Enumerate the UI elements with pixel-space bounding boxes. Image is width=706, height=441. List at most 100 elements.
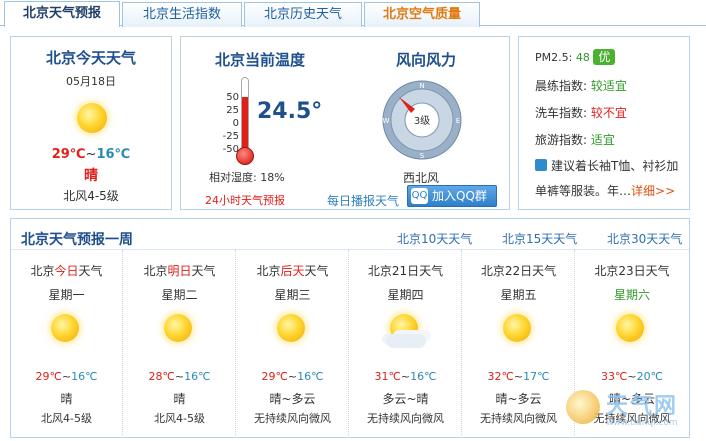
- day-name-pre: 北京: [256, 264, 281, 278]
- day-temp-sep: ~: [627, 370, 637, 383]
- thermometer-fill: [242, 97, 248, 154]
- today-date: 05月18日: [66, 75, 116, 88]
- weekday: 星期二: [161, 288, 198, 302]
- thermometer-bulb: [236, 147, 254, 165]
- link-30-day[interactable]: 北京30天天气: [607, 230, 682, 247]
- sunny-icon: [164, 314, 192, 342]
- tab-air-quality[interactable]: 北京空气质量: [364, 2, 480, 27]
- day-temp-range: 33℃~20℃: [576, 370, 688, 383]
- day-name: 北京明日天气: [124, 262, 235, 279]
- today-temp-low: 16℃: [96, 147, 131, 162]
- tab-forecast[interactable]: 北京天气预报: [4, 1, 120, 27]
- day-wind: 北风4-5级: [41, 412, 92, 425]
- day-temp-range: 31℃~16℃: [350, 370, 461, 383]
- today-condition: 晴: [84, 168, 98, 184]
- day-temp-high: 31℃: [374, 370, 401, 383]
- day-temp-sep: ~: [400, 370, 411, 383]
- tab-history[interactable]: 北京历史天气: [244, 2, 362, 27]
- day-condition: 晴~多云: [269, 392, 316, 406]
- link-15-day[interactable]: 北京15天天气: [502, 230, 577, 247]
- index-label: 晨练指数:: [535, 79, 591, 93]
- day-condition: 晴: [60, 392, 73, 406]
- day-condition: 晴: [173, 392, 186, 406]
- join-qq-group-button[interactable]: QQ 加入QQ群: [407, 185, 497, 207]
- index-row-travel: 旅游指数: 适宜: [535, 131, 615, 148]
- tip-line-2: 单裤等服装。年…: [535, 184, 632, 198]
- cloud-icon: [386, 334, 426, 348]
- link-10-day[interactable]: 北京10天天气: [397, 230, 472, 247]
- weekday: 星期三: [274, 288, 311, 302]
- day-name-pre: 北京: [30, 264, 55, 278]
- day-name-highlight: 明日: [167, 264, 192, 278]
- day-column[interactable]: 北京后天天气 星期三 29℃~16℃ 晴~多云 无持续风向微风: [237, 250, 349, 438]
- tab-life-index[interactable]: 北京生活指数: [122, 2, 242, 27]
- day-column[interactable]: 北京22日天气 星期五 32℃~17℃ 晴~多云 无持续风向微风: [463, 250, 575, 438]
- forecast-24h-link[interactable]: 24小时天气预报: [205, 192, 285, 208]
- wind-direction: 西北风: [403, 171, 440, 185]
- humidity: 相对湿度: 18%: [209, 171, 285, 184]
- index-value: 较不宜: [590, 106, 627, 120]
- day-temp-high: 32℃: [487, 370, 514, 383]
- day-temp-sep: ~: [513, 370, 524, 383]
- watermark-url: www.tianqi.com: [606, 418, 678, 428]
- day-name: 北京21日天气: [350, 262, 461, 279]
- sunny-icon: [616, 314, 644, 342]
- index-label: 洗车指数:: [535, 106, 591, 120]
- watermark: 天气网 www.tianqi.com: [560, 388, 706, 438]
- tip-detail-link[interactable]: 详细>>: [631, 184, 675, 198]
- day-temp-range: 29℃~16℃: [237, 370, 348, 383]
- compass-n: N: [419, 82, 424, 90]
- day-temp-low: 17℃: [523, 370, 550, 383]
- day-condition: 多云~晴: [382, 392, 429, 406]
- index-value: 较适宜: [590, 79, 627, 93]
- weekday: 星期五: [500, 288, 537, 302]
- day-name-highlight: 后天: [280, 264, 305, 278]
- join-qq-label: 加入QQ群: [432, 189, 487, 203]
- clothing-tip: 建议着长袖T恤、衬衫加: [535, 157, 678, 174]
- watermark-logo-icon: [566, 390, 600, 424]
- day-name-pre: 北京21日天气: [367, 264, 444, 278]
- day-name-highlight: 今日: [54, 264, 79, 278]
- compass-s: S: [420, 152, 425, 160]
- weekday: 星期一: [48, 288, 85, 302]
- sunny-icon: [503, 314, 531, 342]
- week-title: 北京天气预报一周: [21, 232, 133, 248]
- current-panel: 北京当前温度 50 25 0 -25 -50 24.5° 相对湿度: 18% 2…: [180, 36, 510, 210]
- day-temp-range: 32℃~17℃: [463, 370, 574, 383]
- compass-icon: 3级 N S E W: [382, 80, 462, 160]
- current-temp-title: 北京当前温度: [215, 51, 306, 69]
- day-name: 北京23日天气: [576, 262, 688, 279]
- day-name-pre: 北京23日天气: [594, 264, 670, 278]
- day-temp-high: 29℃: [261, 370, 288, 383]
- day-name: 北京今日天气: [11, 262, 122, 279]
- index-row-carwash: 洗车指数: 较不宜: [535, 104, 627, 121]
- sunny-icon: [277, 314, 305, 342]
- day-temp-high: 29℃: [35, 370, 62, 383]
- day-name: 北京后天天气: [237, 262, 348, 279]
- thermo-tick-0: 0: [232, 118, 239, 129]
- qq-icon: QQ: [411, 188, 428, 204]
- wind-level: 3级: [414, 115, 430, 127]
- day-column[interactable]: 北京21日天气 星期四 31℃~16℃ 多云~晴 无持续风向微风: [350, 250, 462, 438]
- current-temperature: 24.5°: [257, 99, 323, 124]
- day-name: 北京22日天气: [463, 262, 574, 279]
- day-name-post: 天气: [304, 264, 329, 278]
- pm25-value: 48: [575, 51, 590, 64]
- thermo-tick-25: 25: [226, 105, 239, 116]
- day-column[interactable]: 北京明日天气 星期二 28℃~16℃ 晴北风4-5级: [124, 250, 236, 438]
- day-temp-low: 16℃: [410, 370, 437, 383]
- pm25-row: PM2.5: 48 优: [535, 49, 616, 65]
- day-temp-sep: ~: [287, 370, 298, 383]
- day-name-post: 天气: [191, 264, 216, 278]
- day-temp-high: 33℃: [601, 370, 628, 383]
- daily-broadcast-link[interactable]: 每日播报天气: [327, 192, 399, 209]
- wind-title: 风向风力: [396, 51, 457, 69]
- compass-w: W: [383, 117, 390, 125]
- day-temp-low: 16℃: [297, 370, 324, 383]
- index-row-exercise: 晨练指数: 较适宜: [535, 77, 627, 94]
- today-temp-high: 29℃: [51, 147, 86, 162]
- day-name-pre: 北京: [143, 264, 168, 278]
- day-column[interactable]: 北京今日天气 星期一 29℃~16℃ 晴北风4-5级: [11, 250, 123, 438]
- indices-panel: PM2.5: 48 优 晨练指数: 较适宜 洗车指数: 较不宜 旅游指数: 适宜…: [518, 36, 690, 210]
- today-temp-sep: ~: [85, 147, 97, 162]
